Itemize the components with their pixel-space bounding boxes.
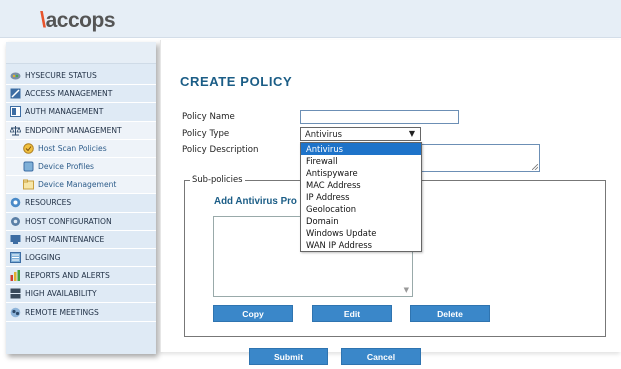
policy-type-select[interactable]: Antivirus ▼ bbox=[300, 127, 421, 141]
sidebar-item-auth-management[interactable]: AUTH MANAGEMENT bbox=[6, 103, 156, 122]
logging-icon bbox=[10, 251, 21, 263]
sidebar-item-label: Device Management bbox=[38, 180, 117, 190]
sidebar-item-label: LOGGING bbox=[25, 252, 61, 262]
dropdown-arrow-icon: ▼ bbox=[408, 129, 415, 138]
option-domain[interactable]: Domain bbox=[301, 215, 421, 227]
sidebar-item-host-maintenance[interactable]: HOST MAINTENANCE bbox=[6, 231, 156, 249]
option-mac-address[interactable]: MAC Address bbox=[301, 179, 421, 191]
sidebar-item-device-profiles[interactable]: Device Profiles bbox=[6, 157, 156, 177]
maintenance-icon bbox=[10, 234, 21, 245]
sidebar: HYSECURE STATUS ACCESS MANAGEMENT AUTH M… bbox=[6, 42, 156, 354]
scan-icon bbox=[23, 143, 34, 154]
app-header: \accops bbox=[0, 0, 621, 38]
add-subpolicy-title: Add Antivirus Pro bbox=[214, 196, 297, 207]
sidebar-item-label: Device Profiles bbox=[38, 162, 94, 172]
reports-icon bbox=[10, 270, 21, 282]
sidebar-item-reports-and-alerts[interactable]: REPORTS AND ALERTS bbox=[6, 267, 156, 286]
status-icon bbox=[10, 70, 21, 81]
policy-type-label: Policy Type bbox=[182, 129, 230, 139]
option-wan-ip-address[interactable]: WAN IP Address bbox=[301, 239, 421, 251]
folder-icon bbox=[23, 179, 34, 190]
sidebar-item-label: HIGH AVAILABILITY bbox=[25, 289, 97, 299]
policy-type-value: Antivirus bbox=[305, 129, 343, 139]
sidebar-item-logging[interactable]: LOGGING bbox=[6, 249, 156, 268]
sidebar-item-label: HOST MAINTENANCE bbox=[25, 234, 105, 244]
sidebar-item-endpoint-management[interactable]: ENDPOINT MANAGEMENT bbox=[6, 121, 156, 140]
resize-handle-icon[interactable] bbox=[532, 164, 538, 170]
sidebar-menu: HYSECURE STATUS ACCESS MANAGEMENT AUTH M… bbox=[6, 67, 156, 322]
policy-description-label: Policy Description bbox=[182, 145, 259, 155]
sidebar-header bbox=[6, 42, 156, 64]
sidebar-item-label: ENDPOINT MANAGEMENT bbox=[25, 125, 122, 135]
delete-button[interactable]: Delete bbox=[410, 305, 490, 322]
option-antispyware[interactable]: Antispyware bbox=[301, 167, 421, 179]
sidebar-item-resources[interactable]: RESOURCES bbox=[6, 194, 156, 213]
sidebar-item-host-configuration[interactable]: HOST CONFIGURATION bbox=[6, 213, 156, 231]
config-icon bbox=[10, 216, 21, 227]
option-windows-update[interactable]: Windows Update bbox=[301, 227, 421, 239]
edit-button[interactable]: Edit bbox=[312, 305, 392, 322]
page-title: CREATE POLICY bbox=[180, 74, 293, 89]
sidebar-item-access-management[interactable]: ACCESS MANAGEMENT bbox=[6, 85, 156, 104]
policy-type-dropdown-list: Antivirus Firewall Antispyware MAC Addre… bbox=[300, 142, 422, 252]
sidebar-item-label: Host Scan Policies bbox=[38, 143, 107, 153]
auth-icon bbox=[10, 106, 21, 118]
accops-logo: \accops bbox=[40, 7, 116, 32]
scale-icon bbox=[9, 125, 22, 136]
policy-name-input[interactable] bbox=[300, 110, 459, 124]
sidebar-item-label: REPORTS AND ALERTS bbox=[25, 271, 110, 281]
device-icon bbox=[23, 161, 34, 172]
subpolicies-legend: Sub-policies bbox=[190, 174, 245, 184]
sidebar-item-label: HOST CONFIGURATION bbox=[25, 216, 112, 226]
option-antivirus[interactable]: Antivirus bbox=[301, 143, 421, 155]
policy-name-label: Policy Name bbox=[182, 112, 235, 122]
sidebar-item-hysecure-status[interactable]: HYSECURE STATUS bbox=[6, 67, 156, 86]
ha-icon bbox=[10, 288, 21, 299]
sidebar-item-label: REMOTE MEETINGS bbox=[25, 307, 99, 317]
sidebar-item-label: AUTH MANAGEMENT bbox=[25, 107, 104, 117]
sidebar-item-label: ACCESS MANAGEMENT bbox=[25, 89, 113, 99]
option-firewall[interactable]: Firewall bbox=[301, 155, 421, 167]
sidebar-item-label: HYSECURE STATUS bbox=[25, 71, 97, 81]
scroll-down-icon[interactable]: ▼ bbox=[404, 286, 409, 294]
sidebar-item-host-scan-policies[interactable]: Host Scan Policies bbox=[6, 139, 156, 158]
access-icon bbox=[10, 88, 21, 99]
resources-icon bbox=[10, 197, 21, 208]
sidebar-item-remote-meetings[interactable]: REMOTE MEETINGS bbox=[6, 303, 156, 322]
sidebar-item-label: RESOURCES bbox=[25, 198, 72, 208]
option-geolocation[interactable]: Geolocation bbox=[301, 203, 421, 215]
copy-button[interactable]: Copy bbox=[213, 305, 293, 322]
meetings-icon bbox=[10, 307, 21, 318]
submit-button[interactable]: Submit bbox=[249, 348, 328, 365]
sidebar-item-device-management[interactable]: Device Management bbox=[6, 176, 156, 195]
option-ip-address[interactable]: IP Address bbox=[301, 191, 421, 203]
sidebar-item-high-availability[interactable]: HIGH AVAILABILITY bbox=[6, 285, 156, 304]
cancel-button[interactable]: Cancel bbox=[341, 348, 421, 365]
